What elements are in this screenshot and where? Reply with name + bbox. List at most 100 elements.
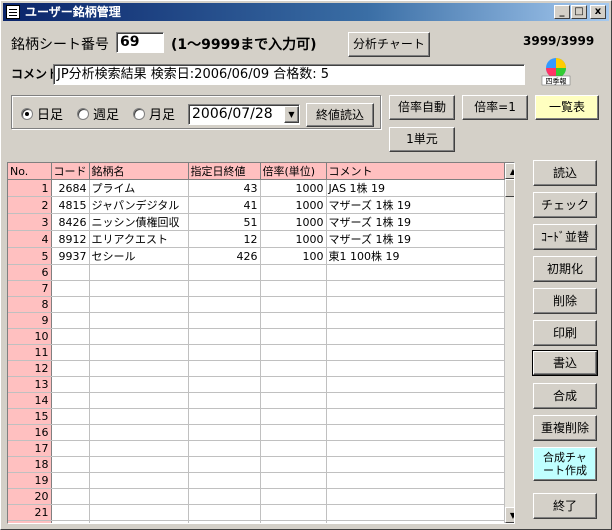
code-cell[interactable]: 8912 <box>51 230 90 248</box>
ratio-cell[interactable] <box>260 488 327 505</box>
close-price-cell[interactable] <box>188 344 261 361</box>
table-row[interactable]: 21 <box>8 504 505 521</box>
close-price-cell[interactable] <box>188 264 261 281</box>
col-header-no[interactable]: No. <box>8 163 52 180</box>
scroll-down-button[interactable]: ▼ <box>505 507 514 523</box>
table-row[interactable]: 17 <box>8 440 505 457</box>
code-sort-button[interactable]: ｺｰﾄﾞ並替 <box>533 224 597 250</box>
ratio-cell[interactable] <box>260 376 327 393</box>
name-cell[interactable] <box>89 440 189 457</box>
code-cell[interactable] <box>51 264 90 281</box>
check-button[interactable]: チェック <box>533 192 597 218</box>
analysis-chart-button[interactable]: 分析チャート <box>348 32 430 57</box>
name-cell[interactable] <box>89 264 189 281</box>
table-row[interactable]: 2 4815 ジャパンデジタル 41 1000 マザーズ 1株 19 <box>8 196 505 214</box>
close-price-cell[interactable] <box>188 408 261 425</box>
table-row[interactable]: 15 <box>8 408 505 425</box>
ratio-cell[interactable] <box>260 312 327 329</box>
table-row[interactable]: 7 <box>8 280 505 297</box>
name-cell[interactable] <box>89 472 189 489</box>
ratio-cell[interactable] <box>260 344 327 361</box>
col-header-comment[interactable]: コメント <box>326 163 505 180</box>
name-cell[interactable]: ジャパンデジタル <box>89 196 189 214</box>
code-cell[interactable] <box>51 312 90 329</box>
table-row[interactable]: 10 <box>8 328 505 345</box>
row-number-cell[interactable]: 19 <box>8 472 52 489</box>
row-number-cell[interactable]: 6 <box>8 264 52 281</box>
row-number-cell[interactable]: 11 <box>8 344 52 361</box>
col-header-code[interactable]: コード <box>51 163 90 180</box>
code-cell[interactable] <box>51 504 90 521</box>
close-price-cell[interactable] <box>188 456 261 473</box>
code-cell[interactable] <box>51 376 90 393</box>
ratio-one-button[interactable]: 倍率=1 <box>462 95 528 120</box>
comment-cell[interactable] <box>326 376 505 393</box>
comment-cell[interactable] <box>326 456 505 473</box>
ratio-cell[interactable]: 100 <box>260 247 327 265</box>
code-cell[interactable] <box>51 488 90 505</box>
code-cell[interactable] <box>51 280 90 297</box>
comment-cell[interactable] <box>326 264 505 281</box>
comment-cell[interactable] <box>326 392 505 409</box>
code-cell[interactable] <box>51 344 90 361</box>
ratio-cell[interactable] <box>260 456 327 473</box>
code-cell[interactable] <box>51 408 90 425</box>
comment-cell[interactable] <box>326 344 505 361</box>
close-price-cell[interactable] <box>188 312 261 329</box>
comment-cell[interactable] <box>326 312 505 329</box>
close-price-cell[interactable] <box>188 376 261 393</box>
table-row[interactable]: 14 <box>8 392 505 409</box>
comment-cell[interactable]: マザーズ 1株 19 <box>326 196 505 214</box>
name-cell[interactable] <box>89 360 189 377</box>
row-number-cell[interactable]: 8 <box>8 296 52 313</box>
comment-cell[interactable]: マザーズ 1株 19 <box>326 213 505 231</box>
close-button[interactable]: x <box>590 5 606 19</box>
close-price-cell[interactable] <box>188 280 261 297</box>
code-cell[interactable]: 9937 <box>51 247 90 265</box>
dedupe-button[interactable]: 重複削除 <box>533 415 597 441</box>
name-cell[interactable] <box>89 456 189 473</box>
row-number-cell[interactable]: 21 <box>8 504 52 521</box>
name-cell[interactable] <box>89 488 189 505</box>
one-unit-button[interactable]: 1単元 <box>389 127 455 152</box>
shikiho-logo[interactable]: 四季報 <box>541 56 571 86</box>
comment-cell[interactable] <box>326 488 505 505</box>
merge-button[interactable]: 合成 <box>533 383 597 409</box>
close-price-cell[interactable]: 41 <box>188 196 261 214</box>
comment-input[interactable]: JP分析検索結果 検索日:2006/06/09 合格数: 5 <box>53 64 525 85</box>
table-row[interactable]: 11 <box>8 344 505 361</box>
name-cell[interactable] <box>89 296 189 313</box>
exit-button[interactable]: 終了 <box>533 493 597 519</box>
row-number-cell[interactable]: 14 <box>8 392 52 409</box>
row-number-cell[interactable]: 7 <box>8 280 52 297</box>
name-cell[interactable] <box>89 504 189 521</box>
table-row[interactable]: 19 <box>8 472 505 489</box>
code-cell[interactable] <box>51 440 90 457</box>
write-button[interactable]: 書込 <box>532 350 598 376</box>
close-price-cell[interactable]: 51 <box>188 213 261 231</box>
minimize-button[interactable]: _ <box>554 5 570 19</box>
load-button[interactable]: 読込 <box>533 160 597 186</box>
row-number-cell[interactable]: 9 <box>8 312 52 329</box>
row-number-cell[interactable]: 13 <box>8 376 52 393</box>
name-cell[interactable]: セシール <box>89 247 189 265</box>
close-price-cell[interactable]: 12 <box>188 230 261 248</box>
close-price-cell[interactable] <box>188 472 261 489</box>
comment-cell[interactable]: JAS 1株 19 <box>326 179 505 197</box>
code-cell[interactable] <box>51 296 90 313</box>
row-number-cell[interactable]: 3 <box>8 213 52 231</box>
ratio-cell[interactable] <box>260 520 327 523</box>
ratio-cell[interactable] <box>260 264 327 281</box>
row-number-cell[interactable]: 2 <box>8 196 52 214</box>
ratio-cell[interactable]: 1000 <box>260 179 327 197</box>
table-row[interactable]: 3 8426 ニッシン債権回収 51 1000 マザーズ 1株 19 <box>8 213 505 231</box>
name-cell[interactable] <box>89 328 189 345</box>
table-row[interactable]: 9 <box>8 312 505 329</box>
close-price-cell[interactable] <box>188 504 261 521</box>
name-cell[interactable]: エリアクエスト <box>89 230 189 248</box>
table-row[interactable]: 18 <box>8 456 505 473</box>
comment-cell[interactable] <box>326 296 505 313</box>
comment-cell[interactable] <box>326 328 505 345</box>
row-number-cell[interactable]: 5 <box>8 247 52 265</box>
table-row[interactable]: 8 <box>8 296 505 313</box>
